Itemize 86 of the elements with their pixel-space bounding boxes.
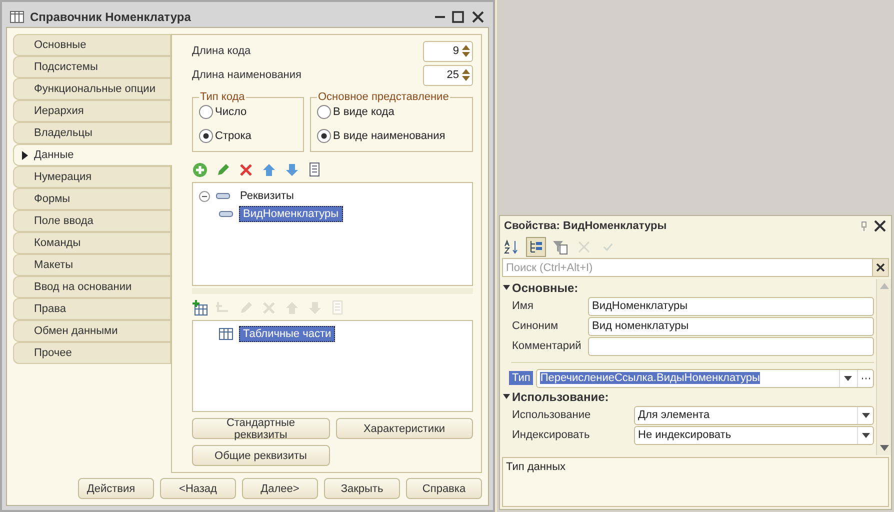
catalog-icon [10, 10, 24, 22]
property-field[interactable]: Вид номенклатуры [588, 316, 874, 336]
dropdown-field[interactable]: Для элемента [634, 406, 874, 424]
collapse-icon[interactable] [503, 394, 510, 399]
tree-item[interactable]: Табличные части [239, 326, 336, 342]
tree-item[interactable]: ВидНоменклатуры [239, 206, 343, 222]
property-label: Индексировать [511, 428, 591, 442]
tab[interactable]: Формы [13, 188, 171, 210]
table-icon [219, 328, 233, 340]
caret-icon [844, 376, 852, 380]
spin-arrows-icon [462, 44, 470, 58]
clear-icon [876, 263, 885, 272]
tree-icon[interactable] [528, 239, 544, 255]
group-title: Основное представление [317, 91, 450, 103]
radio-option[interactable]: Число [199, 103, 297, 121]
delete-icon[interactable] [238, 162, 254, 178]
attribute-icon [216, 193, 230, 199]
action-button[interactable]: Стандартные реквизиты [192, 418, 330, 439]
close-icon [873, 219, 887, 233]
add-icon[interactable] [192, 162, 208, 178]
search-field[interactable]: Поиск (Ctrl+Alt+I) [502, 258, 872, 277]
property-label: Синоним [511, 319, 560, 333]
dialog-button[interactable]: Далее> [242, 478, 318, 499]
tab[interactable]: Обмен данными [13, 320, 171, 342]
tab[interactable]: Данные [13, 144, 172, 166]
field-label: Длина кода [192, 45, 251, 57]
dropdown-field[interactable]: Не индексировать [634, 426, 874, 444]
tab[interactable]: Основные [13, 34, 171, 56]
caret-icon [862, 432, 870, 438]
tab[interactable]: Права [13, 298, 171, 320]
tab[interactable]: Поле ввода [13, 210, 171, 232]
tab[interactable]: Прочее [13, 342, 171, 364]
property-label: Использование [511, 408, 592, 422]
property-label: Имя [511, 299, 534, 313]
tab[interactable]: Нумерация [13, 166, 171, 188]
action-button[interactable]: Характеристики [336, 418, 473, 439]
number-field[interactable]: 9 [423, 40, 473, 62]
collapse-icon[interactable] [503, 285, 510, 290]
sort-icon[interactable] [504, 239, 520, 255]
pin-icon [861, 221, 867, 231]
tab[interactable]: Иерархия [13, 100, 171, 122]
clear-search-button[interactable] [872, 258, 889, 277]
scroll-up-icon [880, 283, 888, 289]
scroll-down-icon [880, 445, 888, 451]
group-title: Тип кода [199, 91, 246, 103]
property-field[interactable] [588, 336, 874, 356]
pointer-icon [22, 150, 28, 160]
type-field[interactable]: ПеречислениеСсылка.ВидыНоменклатуры [536, 368, 874, 388]
tab[interactable]: Функциональные опции [13, 78, 171, 100]
tab[interactable]: Подсистемы [13, 56, 171, 78]
property-field[interactable]: ВидНоменклатуры [588, 296, 874, 316]
collapse-icon[interactable] [199, 190, 210, 202]
menu-button[interactable]: Действия [78, 478, 154, 499]
attribute-icon [219, 211, 233, 217]
scrollbar[interactable] [876, 279, 891, 455]
dialog-button[interactable]: <Назад [160, 478, 236, 499]
property-label: Тип [509, 371, 534, 385]
minimize-icon [435, 16, 445, 18]
tab[interactable]: Команды [13, 232, 171, 254]
window-title: Справочник Номенклатура [30, 10, 192, 24]
field-label: Длина наименования [192, 69, 302, 81]
tab[interactable]: Владельцы [13, 122, 171, 144]
section-title: Основные: [512, 280, 578, 294]
tab[interactable]: Макеты [13, 254, 171, 276]
spin-arrows-icon [462, 68, 470, 82]
property-label: Комментарий [511, 339, 582, 353]
dialog-button[interactable]: Закрыть [324, 478, 400, 499]
tab[interactable]: Ввод на основании [13, 276, 171, 298]
description-text: Тип данных [506, 461, 566, 473]
radio-option[interactable]: Строка [199, 127, 297, 145]
add-table-icon[interactable] [192, 300, 208, 316]
down-arrow-icon[interactable] [284, 162, 300, 178]
radio-option[interactable]: В виде наименования [317, 127, 466, 145]
panel-title: Свойства: ВидНоменклатуры [504, 220, 668, 232]
up-arrow-icon[interactable] [261, 162, 277, 178]
maximize-icon [451, 10, 465, 24]
close-icon [471, 10, 485, 24]
tree-item[interactable]: Реквизиты [236, 188, 298, 204]
action-button[interactable]: Общие реквизиты [192, 445, 330, 466]
filter-icon[interactable] [552, 239, 568, 255]
number-field[interactable]: 25 [423, 64, 473, 86]
pencil-icon[interactable] [215, 162, 231, 178]
caret-icon [862, 412, 870, 418]
radio-option[interactable]: В виде кода [317, 103, 466, 121]
dialog-button[interactable]: Справка [406, 478, 482, 499]
section-title: Использование: [512, 390, 609, 404]
